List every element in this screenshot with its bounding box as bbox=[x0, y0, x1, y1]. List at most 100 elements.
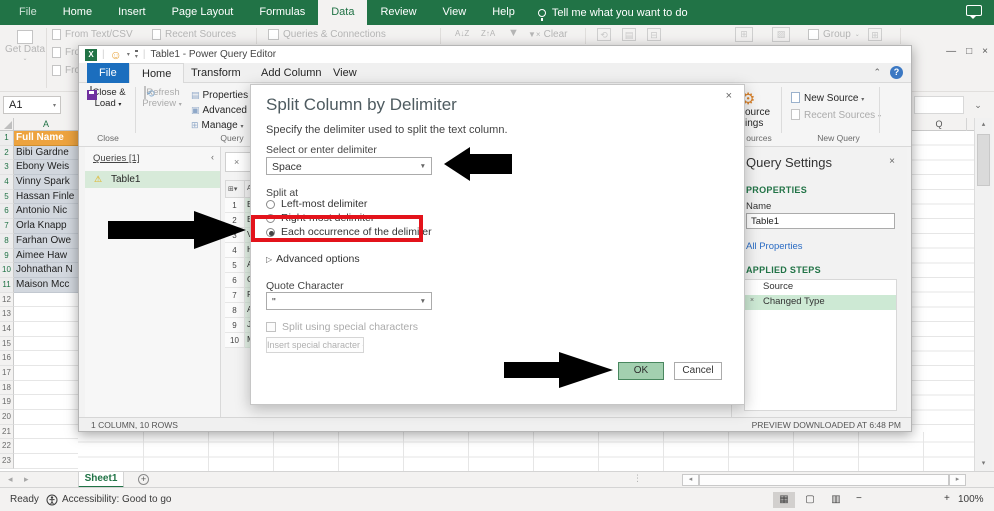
row-header[interactable]: 11 bbox=[0, 278, 14, 293]
cell-full-name[interactable]: Vinny Spark bbox=[14, 175, 78, 190]
hscroll-left-icon[interactable]: ◂ bbox=[682, 474, 699, 486]
ok-button[interactable]: OK bbox=[618, 362, 664, 380]
pq-tab-file[interactable]: File bbox=[87, 63, 129, 83]
excel-tab-insert[interactable]: Insert bbox=[105, 0, 159, 25]
cell-empty[interactable] bbox=[14, 366, 78, 381]
row-header[interactable]: 19 bbox=[0, 395, 14, 410]
cell-empty[interactable] bbox=[14, 337, 78, 352]
minimize-icon[interactable]: — bbox=[946, 46, 956, 60]
maximize-icon[interactable]: □ bbox=[966, 46, 972, 60]
row-header[interactable]: 23 bbox=[0, 454, 14, 469]
empty-cells[interactable] bbox=[912, 131, 974, 471]
vertical-scrollbar[interactable]: ▴ ▾ bbox=[974, 118, 992, 471]
scrollbar-thumb[interactable] bbox=[977, 134, 990, 186]
close-and-load-button[interactable]: Close & Load ▾ bbox=[85, 87, 131, 111]
cell-empty[interactable] bbox=[14, 351, 78, 366]
zoom-out-icon[interactable]: − bbox=[856, 493, 862, 504]
cell-empty[interactable] bbox=[14, 322, 78, 337]
row-header[interactable]: 7 bbox=[0, 219, 14, 234]
row-header[interactable]: 18 bbox=[0, 381, 14, 396]
preview-row-number[interactable]: 8 bbox=[225, 303, 245, 318]
cell-empty[interactable] bbox=[14, 425, 78, 440]
scroll-up-icon[interactable]: ▴ bbox=[975, 118, 992, 132]
zoom-level[interactable]: 100% bbox=[958, 494, 984, 505]
column-header-a[interactable]: A bbox=[14, 118, 78, 131]
row-header[interactable]: 20 bbox=[0, 410, 14, 425]
help-icon[interactable]: ? bbox=[890, 66, 903, 79]
recent-sources-button[interactable]: Recent Sources ▾ bbox=[791, 109, 881, 121]
new-sheet-icon[interactable]: + bbox=[138, 474, 149, 485]
row-header[interactable]: 10 bbox=[0, 263, 14, 278]
collapse-pane-icon[interactable]: ‹ bbox=[211, 152, 214, 162]
cell-empty[interactable] bbox=[14, 454, 78, 469]
excel-tab-home[interactable]: Home bbox=[50, 0, 105, 25]
data-tools-icon[interactable]: ▤ bbox=[622, 28, 636, 41]
page-layout-view-icon[interactable]: ▢ bbox=[799, 492, 821, 508]
all-properties-link[interactable]: All Properties bbox=[746, 241, 803, 252]
row-header[interactable]: 8 bbox=[0, 234, 14, 249]
name-box[interactable]: A1▾ bbox=[3, 96, 61, 114]
formula-bar[interactable] bbox=[914, 96, 964, 114]
qat-customize-icon[interactable]: ▾ bbox=[135, 50, 138, 60]
cell-empty[interactable] bbox=[14, 439, 78, 454]
row-header[interactable]: 14 bbox=[0, 322, 14, 337]
sheet-tab-sheet1[interactable]: Sheet1 bbox=[78, 472, 124, 488]
sheet-nav-left-icon[interactable]: ◂ bbox=[8, 474, 13, 485]
cell-full-name[interactable]: Aimee Haw bbox=[14, 249, 78, 264]
properties-button[interactable]: ▤Properties bbox=[191, 90, 248, 101]
excel-tab-page-layout[interactable]: Page Layout bbox=[159, 0, 247, 25]
pq-tab-transform[interactable]: Transform bbox=[179, 63, 253, 83]
group-button[interactable]: Group⌄ bbox=[808, 29, 860, 40]
row-header[interactable]: 4 bbox=[0, 175, 14, 190]
preview-row-number[interactable]: 6 bbox=[225, 273, 245, 288]
manage-button[interactable]: ⊞Manage ▾ bbox=[191, 120, 243, 131]
row-header[interactable]: 12 bbox=[0, 293, 14, 308]
dialog-close-icon[interactable]: × bbox=[726, 90, 732, 102]
cell-full-name[interactable]: Bibi Gardne bbox=[14, 146, 78, 161]
tab-strip-splitter[interactable]: ⋮ bbox=[633, 473, 642, 484]
excel-tab-formulas[interactable]: Formulas bbox=[246, 0, 318, 25]
table-header-cell[interactable]: Full Name bbox=[14, 131, 78, 146]
get-data-button[interactable]: Get Data ⌄ bbox=[6, 30, 44, 62]
row-header[interactable]: 21 bbox=[0, 425, 14, 440]
queries-connections-button[interactable]: Queries & Connections bbox=[268, 29, 386, 40]
feedback-smiley-icon[interactable]: ☺ bbox=[110, 50, 122, 60]
excel-tab-file[interactable]: File bbox=[6, 0, 50, 25]
cell-empty[interactable] bbox=[14, 307, 78, 322]
comments-icon[interactable] bbox=[966, 5, 982, 16]
row-header[interactable]: 15 bbox=[0, 337, 14, 352]
sort-za-icon[interactable]: Z↑A bbox=[481, 29, 495, 38]
advanced-options-expander[interactable]: ▷Advanced options bbox=[266, 253, 360, 265]
filter-icon[interactable]: ▼ bbox=[508, 27, 519, 39]
excel-tab-view[interactable]: View bbox=[430, 0, 480, 25]
worksheet-grid-bottom[interactable] bbox=[78, 432, 974, 471]
excel-tab-review[interactable]: Review bbox=[367, 0, 429, 25]
cell-empty[interactable] bbox=[14, 381, 78, 396]
cell-empty[interactable] bbox=[14, 395, 78, 410]
column-header-q[interactable]: Q bbox=[912, 118, 967, 131]
pq-tab-home-active[interactable]: Home bbox=[129, 63, 184, 83]
cell-full-name[interactable]: Maison Mcc bbox=[14, 278, 78, 293]
step-source[interactable]: Source bbox=[745, 280, 896, 295]
refresh-table-icon[interactable]: ⟲ bbox=[597, 28, 611, 41]
select-all-corner[interactable] bbox=[0, 118, 14, 131]
cell-full-name[interactable]: Orla Knapp bbox=[14, 219, 78, 234]
zoom-in-icon[interactable]: + bbox=[944, 493, 950, 504]
cancel-button[interactable]: Cancel bbox=[674, 362, 722, 380]
cell-empty[interactable] bbox=[14, 410, 78, 425]
row-header[interactable]: 13 bbox=[0, 307, 14, 322]
horizontal-scrollbar[interactable] bbox=[699, 474, 949, 486]
cell-full-name[interactable]: Hassan Finle bbox=[14, 190, 78, 205]
normal-view-icon[interactable]: ▦ bbox=[773, 492, 795, 508]
excel-tab-help[interactable]: Help bbox=[479, 0, 528, 25]
scroll-down-icon[interactable]: ▾ bbox=[975, 457, 992, 471]
sheet-nav-right-icon[interactable]: ▸ bbox=[24, 474, 29, 485]
radio-left-most[interactable]: Left-most delimiter bbox=[266, 198, 367, 210]
sort-az-icon[interactable]: A↓Z bbox=[455, 29, 469, 38]
row-header[interactable]: 1 bbox=[0, 131, 14, 146]
close-pane-icon[interactable]: × bbox=[889, 156, 895, 167]
refresh-preview-button[interactable]: Refresh Preview ▾ bbox=[139, 87, 185, 111]
ungroup-icon[interactable]: ⊞ bbox=[868, 28, 882, 41]
close-icon[interactable]: × bbox=[982, 46, 988, 60]
expand-formula-bar-icon[interactable]: ⌄ bbox=[966, 96, 990, 114]
